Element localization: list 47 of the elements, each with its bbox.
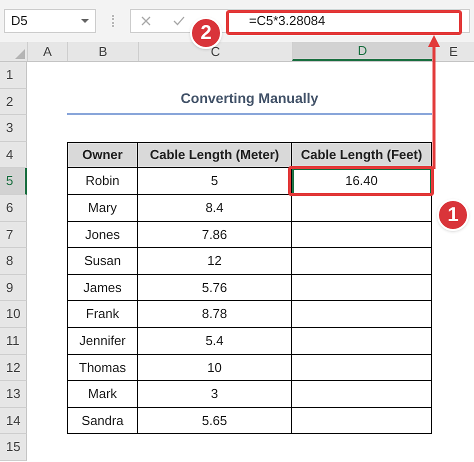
table-cell: Jones [67, 222, 138, 248]
row-header[interactable]: 4 [0, 142, 27, 168]
table-cell: Robin [67, 168, 138, 195]
row-header[interactable]: 13 [0, 381, 27, 408]
table-cell: Mark [67, 381, 138, 408]
row-header[interactable]: 7 [0, 222, 27, 248]
row-header[interactable]: 8 [0, 248, 27, 275]
table-cell: Jennifer [67, 328, 138, 355]
table-cell: Susan [67, 248, 138, 275]
table-cell: Sandra [67, 408, 138, 434]
table-cell: 12 [138, 248, 292, 275]
row-header[interactable]: 2 [0, 88, 27, 116]
table-cell: 16.40 [292, 168, 432, 195]
row-header[interactable]: 5 [0, 168, 27, 195]
name-box[interactable]: D5 [4, 9, 96, 33]
column-header[interactable]: A [27, 42, 67, 61]
dropdown-icon[interactable] [81, 19, 89, 23]
row-header[interactable]: 14 [0, 408, 27, 434]
table-cell: 5.4 [138, 328, 292, 355]
column-heading: Cable Length (Feet) [292, 142, 432, 168]
table-cell: Thomas [67, 354, 138, 382]
row-header[interactable]: 9 [0, 274, 27, 302]
row-header[interactable]: 1 [0, 62, 27, 89]
table-cell: 5.65 [138, 408, 292, 434]
table-cell: 10 [138, 354, 292, 382]
column-header[interactable]: B [67, 42, 138, 61]
step-badge: 1 [437, 199, 469, 231]
sheet-title: Converting Manually [67, 88, 432, 116]
select-all-icon[interactable] [15, 49, 25, 59]
table-cell: 7.86 [138, 222, 292, 248]
table-cell: Mary [67, 194, 138, 222]
row-header[interactable]: 3 [0, 115, 27, 142]
row-header[interactable]: 11 [0, 328, 27, 355]
table-cell: 3 [138, 381, 292, 408]
table-cell: 8.4 [138, 194, 292, 222]
row-header[interactable]: 10 [0, 301, 27, 328]
table-cell: James [67, 274, 138, 302]
table-cell: 5 [138, 168, 292, 195]
column-heading: Cable Length (Meter) [138, 142, 292, 168]
table-cell: Frank [67, 301, 138, 328]
row-header[interactable]: 12 [0, 354, 27, 382]
table-cell: 5.76 [138, 274, 292, 302]
row-header[interactable]: 15 [0, 434, 27, 461]
table-cell: 8.78 [138, 301, 292, 328]
column-heading: Owner [67, 142, 138, 168]
column-header[interactable]: D [292, 42, 432, 61]
row-header[interactable]: 6 [0, 194, 27, 222]
